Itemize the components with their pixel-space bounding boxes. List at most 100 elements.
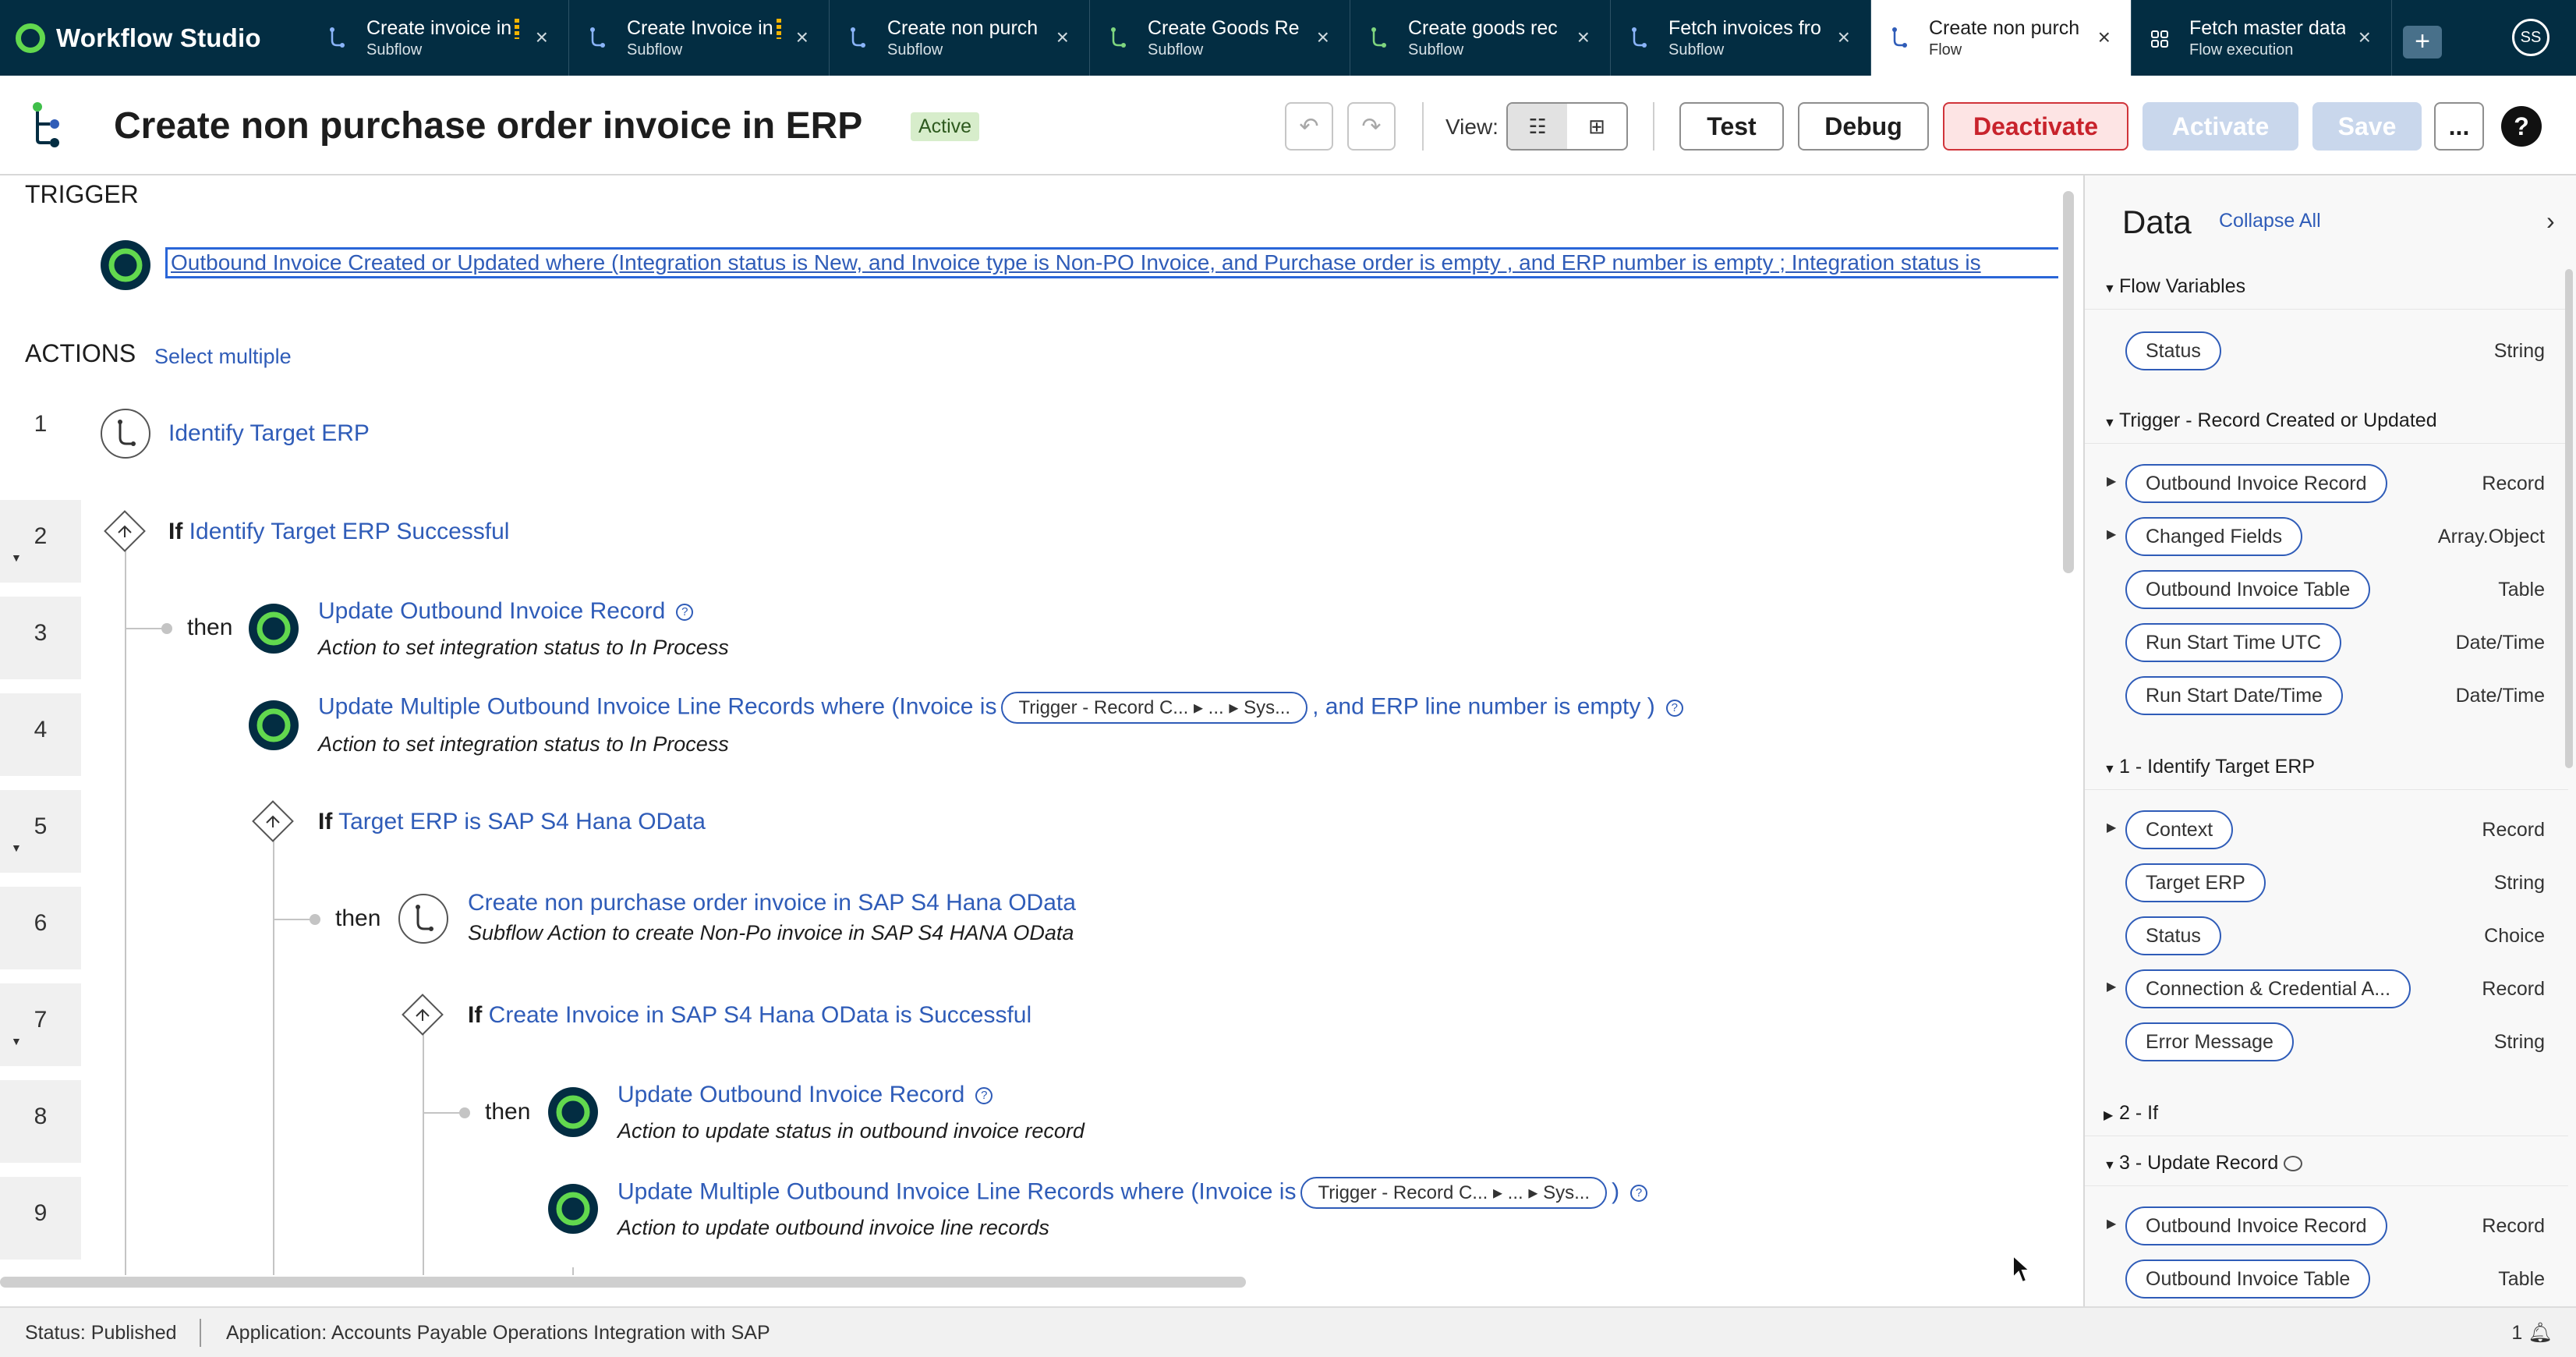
expand-caret-icon[interactable]: ▶ [2107, 1216, 2116, 1231]
row-number[interactable]: 9 [0, 1177, 81, 1260]
help-button[interactable]: ? [2496, 102, 2546, 151]
row-number[interactable]: 6 [0, 887, 81, 969]
expand-caret-icon[interactable]: ▶ [2107, 979, 2116, 994]
group-identify-target-erp[interactable]: ▼ 1 - Identify Target ERP [2085, 743, 2568, 790]
group-label: 1 - Identify Target ERP [2119, 756, 2316, 778]
help-icon[interactable]: ? [1630, 1184, 1648, 1202]
close-tab-icon[interactable]: × [796, 27, 809, 48]
divider [200, 1319, 201, 1347]
help-icon[interactable]: ? [975, 1087, 993, 1105]
group-if[interactable]: ▶ 2 - If [2085, 1089, 2568, 1136]
tab-subflow-5[interactable]: Create goods rec Subflow × [1350, 0, 1611, 76]
tab-subflow-2[interactable]: Create Invoice in Subflow × [569, 0, 830, 76]
tab-title: Create Goods Re [1148, 16, 1300, 39]
collapse-caret-icon[interactable]: ▼ [11, 1035, 22, 1047]
close-tab-icon[interactable]: × [1056, 27, 1069, 48]
expand-caret-icon[interactable]: ▶ [2107, 473, 2116, 489]
tab-subflow-6[interactable]: Fetch invoices fro Subflow × [1611, 0, 1871, 76]
row-number[interactable]: 8 [0, 1080, 81, 1163]
collapse-all-link[interactable]: Collapse All [2219, 210, 2321, 232]
bell-icon: 🔔︎ [2528, 1322, 2553, 1344]
debug-button[interactable]: Debug [1798, 102, 1929, 151]
chevron-right-icon[interactable]: › [2546, 207, 2555, 236]
tab-subflow-1[interactable]: Create invoice in Subflow × [309, 0, 569, 76]
tab-flow-active[interactable]: Create non purch Flow × [1871, 0, 2132, 76]
data-panel-title: Data [2122, 204, 2192, 240]
if-condition[interactable]: If Identify Target ERP Successful [168, 519, 509, 545]
row-number[interactable]: 1 [0, 388, 81, 470]
data-pill[interactable]: Trigger - Record C... ▸ ... ▸ Sys... [1001, 692, 1308, 724]
group-flow-variables[interactable]: ▼ Flow Variables [2085, 263, 2568, 310]
data-pill[interactable]: Run Start Time UTC [2125, 623, 2342, 662]
expand-caret-icon[interactable]: ▶ [2107, 526, 2116, 542]
grid-view-icon[interactable]: ⊞ [1567, 104, 1626, 149]
horizontal-scrollbar[interactable] [0, 1277, 1246, 1288]
data-pill[interactable]: Error Message [2125, 1022, 2294, 1061]
tab-subflow-4[interactable]: Create Goods Re Subflow × [1090, 0, 1350, 76]
group-update-record[interactable]: ▼ 3 - Update Record [2085, 1139, 2568, 1186]
close-tab-icon[interactable]: × [1838, 27, 1850, 48]
panel-scrollbar[interactable] [2565, 269, 2573, 768]
tab-subflow-3[interactable]: Create non purch Subflow × [830, 0, 1090, 76]
expand-caret-icon[interactable]: ▶ [2107, 820, 2116, 835]
row-number[interactable]: 5 ▼ [0, 790, 81, 873]
step-title[interactable]: Create non purchase order invoice in SAP… [468, 890, 1076, 916]
step-title[interactable]: Update Multiple Outbound Invoice Line Re… [617, 1177, 1648, 1209]
data-pill[interactable]: Context [2125, 810, 2234, 849]
test-button[interactable]: Test [1679, 102, 1784, 151]
data-pill[interactable]: Outbound Invoice Table [2125, 570, 2371, 609]
action-node-icon [548, 1087, 598, 1137]
save-button[interactable]: Save [2312, 102, 2422, 151]
tab-title: Fetch master data [2189, 16, 2345, 39]
vertical-scrollbar[interactable] [2063, 191, 2074, 573]
data-pill[interactable]: Connection & Credential A... [2125, 969, 2411, 1008]
redo-button[interactable]: ↷ [1347, 102, 1396, 151]
trigger-icon [101, 240, 150, 290]
if-condition[interactable]: If Target ERP is SAP S4 Hana OData [318, 809, 706, 835]
close-tab-icon[interactable]: × [536, 27, 548, 48]
step-title[interactable]: Identify Target ERP [168, 420, 370, 447]
tab-title: Create invoice in [366, 16, 512, 39]
data-pill[interactable]: Run Start Date/Time [2125, 676, 2343, 715]
data-pill[interactable]: Status [2125, 916, 2221, 955]
row-number[interactable]: 4 [0, 693, 81, 776]
if-condition[interactable]: If Create Invoice in SAP S4 Hana OData i… [468, 1002, 1031, 1029]
app-brand[interactable]: Workflow Studio [0, 0, 309, 76]
group-trigger[interactable]: ▼ Trigger - Record Created or Updated [2085, 397, 2568, 444]
close-tab-icon[interactable]: × [1577, 27, 1590, 48]
deactivate-button[interactable]: Deactivate [1943, 102, 2128, 151]
step-title[interactable]: Update Outbound Invoice Record? [318, 598, 694, 625]
tab-subtitle: Flow execution [2189, 41, 2294, 58]
trigger-condition[interactable]: Outbound Invoice Created or Updated wher… [165, 247, 2058, 278]
row-number[interactable]: 7 ▼ [0, 983, 81, 1066]
data-pill[interactable]: Outbound Invoice Record [2125, 464, 2387, 503]
add-tab-button[interactable]: + [2403, 26, 2442, 58]
close-tab-icon[interactable]: × [2358, 27, 2371, 48]
row-number[interactable]: 2 ▼ [0, 500, 81, 583]
collapse-caret-icon[interactable]: ▼ [11, 551, 22, 564]
notifications[interactable]: 1 🔔︎ [2511, 1322, 2553, 1345]
activate-button[interactable]: Activate [2143, 102, 2298, 151]
help-icon[interactable]: ? [1665, 699, 1683, 717]
data-pill[interactable]: Outbound Invoice Table [2125, 1260, 2371, 1299]
user-avatar[interactable]: SS [2512, 19, 2549, 56]
close-tab-icon[interactable]: × [1317, 27, 1329, 48]
undo-button[interactable]: ↶ [1285, 102, 1333, 151]
more-options-button[interactable]: ... [2434, 102, 2484, 151]
then-label: then [335, 905, 381, 931]
help-icon[interactable]: ? [676, 604, 694, 622]
divider [1422, 102, 1424, 151]
data-pill[interactable]: Outbound Invoice Record [2125, 1206, 2387, 1245]
step-title[interactable]: Update Outbound Invoice Record? [617, 1082, 993, 1108]
data-pill[interactable]: Trigger - Record C... ▸ ... ▸ Sys... [1300, 1177, 1608, 1209]
data-pill[interactable]: Status [2125, 331, 2221, 370]
list-view-icon[interactable]: ☷ [1508, 104, 1567, 149]
tab-flow-execution[interactable]: Fetch master data Flow execution × [2132, 0, 2392, 76]
select-multiple-link[interactable]: Select multiple [154, 345, 292, 369]
data-pill[interactable]: Target ERP [2125, 863, 2266, 902]
row-number[interactable]: 3 [0, 597, 81, 679]
close-tab-icon[interactable]: × [2098, 27, 2111, 48]
collapse-caret-icon[interactable]: ▼ [11, 841, 22, 854]
step-title[interactable]: Update Multiple Outbound Invoice Line Re… [318, 692, 1683, 724]
data-pill[interactable]: Changed Fields [2125, 517, 2303, 556]
